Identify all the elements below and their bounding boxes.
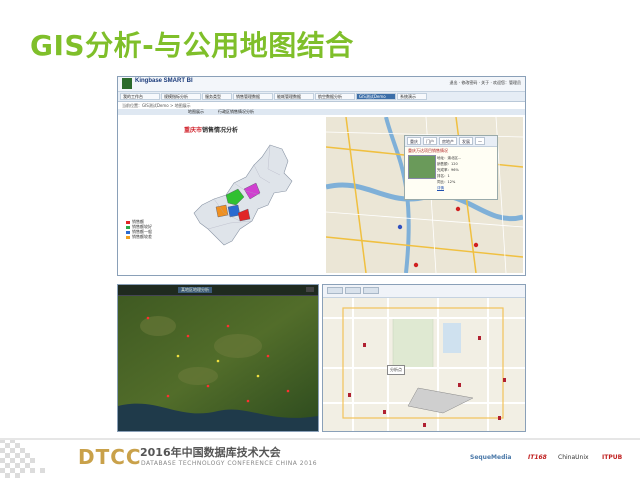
popup-tab[interactable]: 一: [475, 137, 485, 145]
gis-bi-window: Kingbase SMART BI 退出 · 修改密码 · 关于 · 欢迎您：管…: [117, 76, 526, 276]
popup-tabs: 重庆 门户 房地产 发展 一: [405, 136, 497, 147]
park-area: [392, 317, 434, 369]
district-highlight-blue[interactable]: [227, 204, 241, 218]
popup-heading: 重庆万达项目销售情况: [408, 148, 448, 153]
district-highlight-orange[interactable]: [215, 204, 229, 218]
map-marker-icon[interactable]: [473, 242, 479, 248]
popup-row: 同比：12%: [437, 180, 456, 184]
satellite-map[interactable]: [118, 296, 318, 431]
city-map-window: 分析点: [322, 284, 526, 432]
lake-area: [443, 323, 461, 353]
map-marker-icon[interactable]: [397, 224, 403, 230]
district-region-main[interactable]: [193, 144, 293, 246]
tab-sales-data[interactable]: 销售管理数据: [233, 93, 273, 100]
map-tool-button[interactable]: [363, 287, 379, 294]
conference-subtitle: DATABASE TECHNOLOGY CONFERENCE CHINA 201…: [141, 460, 318, 467]
subtab-district-sales[interactable]: 行政区销售情况分析: [218, 109, 254, 115]
tab-aviation-data[interactable]: 航空数据分析: [315, 93, 355, 100]
brand-logo-icon: [122, 78, 132, 89]
popup-row: 完成率：96%: [437, 168, 459, 172]
sub-tabs: 地图展示 行政区销售情况分析: [118, 109, 525, 115]
tab-workbench[interactable]: 我的工作台: [120, 93, 160, 100]
top-links[interactable]: 退出 · 修改密码 · 关于 · 欢迎您：管理员: [450, 80, 521, 86]
popup-tab[interactable]: 门户: [423, 137, 437, 145]
district-choropleth-map[interactable]: [120, 117, 324, 273]
footer-divider: [0, 438, 640, 440]
tab-system-demo[interactable]: 系统演示: [397, 93, 427, 100]
popup-tab[interactable]: 重庆: [407, 137, 421, 145]
popup-tab[interactable]: 发展: [459, 137, 473, 145]
popup-row: 销售额：120: [437, 162, 458, 166]
city-street-map[interactable]: [323, 298, 525, 431]
district-map-panel: 重庆市销售情况分析 销售额 销售额较好 销售额一般 销售额较差: [120, 117, 324, 273]
city-map-toolbar: [323, 285, 525, 298]
sponsor-logo-sequemedia: SequeMedia: [470, 454, 512, 461]
satellite-map-window: 某地区地理分析: [117, 284, 319, 432]
map-marker-icon[interactable]: [413, 262, 419, 268]
popup-detail-link[interactable]: 详情: [437, 186, 444, 191]
city-info-label: 分析点: [387, 365, 405, 375]
popup-photo: [408, 155, 436, 179]
street-map-panel[interactable]: 重庆 门户 房地产 发展 一 重庆万达项目销售情况 地址：渝北区... 销售额：…: [326, 117, 523, 273]
sponsor-logo-it168: IT168: [528, 454, 547, 461]
map-tool-button[interactable]: [327, 287, 343, 294]
popup-row: 排名：1: [437, 174, 450, 178]
popup-tab[interactable]: 房地产: [439, 137, 457, 145]
sponsor-logo-chinaunix: ChinaUnix: [558, 454, 589, 461]
dtcc-logo: DTCC: [78, 445, 142, 469]
subtab-map-view[interactable]: 地图展示: [188, 109, 204, 115]
satellite-window-title: 某地区地理分析: [178, 287, 212, 293]
legend-swatch-orange: [126, 235, 130, 239]
tab-gis-demo[interactable]: GIS测试Demo: [356, 93, 396, 100]
info-popup: 重庆 门户 房地产 发展 一 重庆万达项目销售情况 地址：渝北区... 销售额：…: [404, 135, 498, 200]
tab-scale-analysis[interactable]: 规模指标分析: [161, 93, 201, 100]
tab-energy-data[interactable]: 能耗管理数据: [274, 93, 314, 100]
main-nav-tabs: 我的工作台 规模指标分析 服务类型 销售管理数据 能耗管理数据 航空数据分析 G…: [118, 92, 525, 102]
top-header: Kingbase SMART BI 退出 · 修改密码 · 关于 · 欢迎您：管…: [118, 77, 525, 92]
brand-name: Kingbase SMART BI: [135, 78, 193, 84]
slide-title: GIS分析-与公用地图结合: [30, 29, 354, 62]
sponsor-logo-itpub: ITPUB: [602, 454, 623, 461]
map-tool-button[interactable]: [345, 287, 361, 294]
legend-item: 销售额较差: [126, 234, 152, 239]
close-icon[interactable]: [306, 287, 314, 292]
map-legend: 销售额 销售额较好 销售额一般 销售额较差: [126, 219, 152, 239]
popup-row: 地址：渝北区...: [437, 156, 462, 160]
legend-label: 销售额较差: [132, 234, 152, 239]
map-marker-icon[interactable]: [455, 206, 461, 212]
satellite-toolbar: 某地区地理分析: [118, 285, 318, 296]
conference-title: 2016年中国数据库技术大会: [140, 446, 281, 459]
tab-service-type[interactable]: 服务类型: [202, 93, 232, 100]
